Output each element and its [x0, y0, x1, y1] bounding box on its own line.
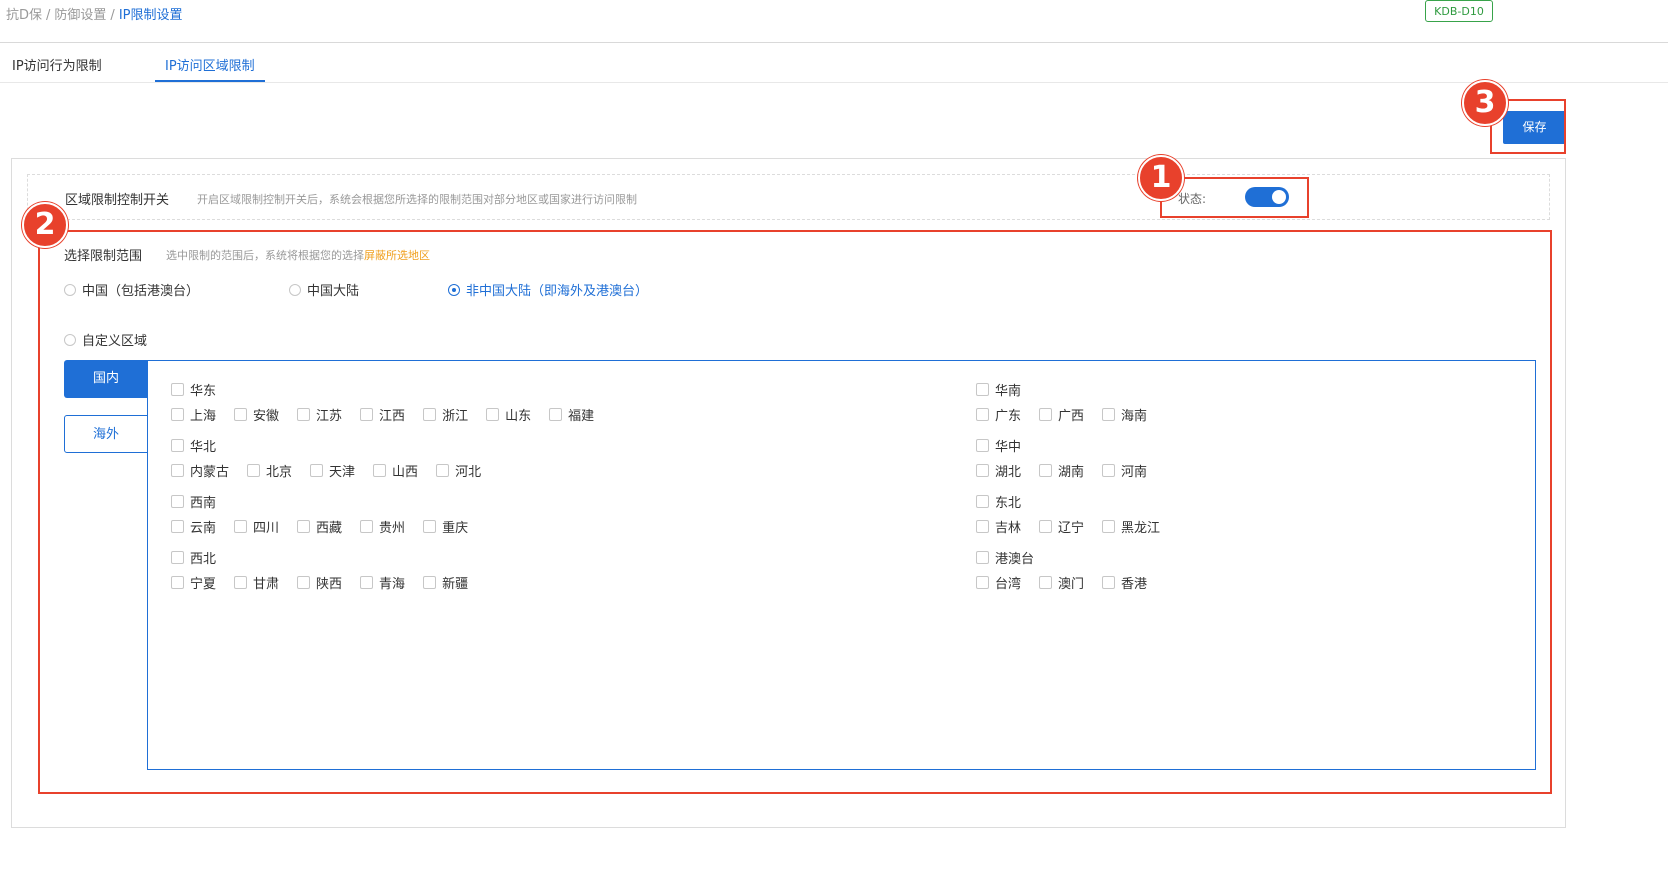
switch-title: 区域限制控制开关	[65, 193, 170, 208]
tab-ip-behavior[interactable]: IP访问行为限制	[12, 55, 102, 74]
breadcrumb-current: IP限制设置	[118, 8, 183, 23]
annotation-number-2: 2	[22, 202, 68, 248]
breadcrumb-separator: /	[110, 8, 115, 23]
breadcrumb-item[interactable]: 防御设置	[54, 8, 106, 23]
annotation-box-scope	[38, 230, 1552, 794]
tabs-divider	[0, 82, 1668, 83]
switch-description: 开启区域限制控制开关后，系统会根据您所选择的限制范围对部分地区或国家进行访问限制	[197, 193, 637, 206]
annotation-number-3: 3	[1462, 80, 1508, 126]
breadcrumb: 抗D保 / 防御设置 / IP限制设置	[6, 4, 183, 23]
tab-ip-region[interactable]: IP访问区域限制	[165, 55, 255, 74]
annotation-number-1: 1	[1138, 155, 1184, 201]
breadcrumb-item[interactable]: 抗D保	[6, 8, 42, 23]
product-badge: KDB-D10	[1425, 0, 1493, 22]
header-divider	[0, 42, 1668, 43]
breadcrumb-separator: /	[46, 8, 51, 23]
